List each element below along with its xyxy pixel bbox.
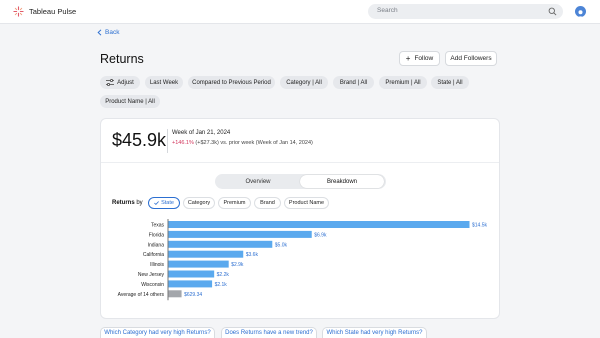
add-followers-label: Add Followers: [450, 55, 492, 62]
bar-value-label: $2.9k: [231, 262, 244, 268]
dimension-chip-premium[interactable]: Premium: [218, 197, 251, 209]
dimension-chip-state[interactable]: State: [148, 197, 180, 209]
bar-value-label: $6.9k: [314, 232, 327, 238]
metric-card: $45.9k Week of Jan 21, 2024 +146.1% (+$2…: [100, 118, 500, 319]
app-name: Tableau Pulse: [29, 7, 77, 16]
bar-value-label: $5.0k: [275, 242, 288, 248]
back-link[interactable]: Back: [97, 29, 119, 36]
bar-value-label: $3.6k: [246, 252, 259, 258]
adjust-label: Adjust: [117, 79, 134, 86]
bar-value-label: $629.34: [184, 292, 202, 298]
dimension-chip-product-name[interactable]: Product Name: [284, 197, 329, 209]
tableau-logo-icon: [13, 6, 24, 17]
bar[interactable]: [168, 290, 182, 298]
metric-value: $45.9k: [112, 130, 167, 150]
question-trend[interactable]: Does Returns have a new trend?: [221, 327, 317, 338]
search-input[interactable]: Search: [368, 4, 563, 19]
breakdown-by: by: [134, 200, 143, 206]
plus-icon: +: [405, 54, 411, 63]
change-detail: (+$27.3k) vs. prior week (Week of Jan 14…: [193, 140, 313, 146]
filter-chip-product-name[interactable]: Product Name | All: [100, 95, 160, 108]
question-state[interactable]: Which State had very high Returns?: [322, 327, 427, 338]
bar-value-label: $2.1k: [215, 282, 228, 288]
bar[interactable]: [168, 240, 273, 248]
bar[interactable]: [168, 260, 229, 268]
app-brand[interactable]: Tableau Pulse: [13, 6, 76, 17]
bar-category-label: Average of 14 others: [118, 292, 165, 298]
metric-period: Week of Jan 21, 2024: [172, 130, 231, 136]
breakdown-metric: Returns: [112, 200, 135, 206]
bar-category-label: Illinois: [150, 262, 164, 268]
follow-button[interactable]: + Follow: [399, 51, 440, 66]
bar[interactable]: [168, 280, 213, 288]
chevron-left-icon: [97, 29, 102, 36]
filter-chip-time[interactable]: Last Week: [145, 76, 183, 89]
dimension-chip-brand[interactable]: Brand: [254, 197, 281, 209]
page-title: Returns: [100, 52, 144, 66]
search-placeholder: Search: [377, 7, 398, 14]
dimension-chip-category[interactable]: Category: [183, 197, 215, 209]
filter-chip-category[interactable]: Category | All: [280, 76, 328, 89]
change-percent: +146.1%: [172, 140, 194, 146]
adjust-button[interactable]: Adjust: [100, 76, 140, 89]
bar-value-label: $2.2k: [217, 272, 230, 278]
bar-category-label: Texas: [151, 223, 165, 229]
bar-category-label: New Jersey: [138, 272, 165, 278]
sliders-icon: [106, 79, 115, 86]
view-toggle: Overview Breakdown: [215, 174, 386, 189]
filter-chip-state[interactable]: State | All: [431, 76, 469, 89]
breakdown-label: Returns by: [112, 200, 143, 206]
bar[interactable]: [168, 250, 244, 258]
metric-change: +146.1% (+$27.3k) vs. prior week (Week o…: [172, 140, 313, 146]
back-label: Back: [105, 29, 120, 36]
tab-overview[interactable]: Overview: [216, 175, 300, 188]
card-divider: [101, 162, 499, 163]
filter-chip-brand[interactable]: Brand | All: [333, 76, 374, 89]
follow-label: Follow: [414, 55, 434, 62]
dimension-label: State: [161, 200, 174, 206]
bar-category-label: Indiana: [148, 242, 165, 248]
bar-category-label: Florida: [149, 232, 165, 238]
filter-chip-premium[interactable]: Premium | All: [379, 76, 427, 89]
avatar[interactable]: [575, 6, 586, 17]
breakdown-bar-chart: Texas $14.5k Florida $6.9k Indiana $5.0k Calif…: [118, 219, 488, 301]
question-category[interactable]: Which Category had very high Returns?: [100, 327, 215, 338]
bar[interactable]: [168, 270, 215, 278]
search-icon[interactable]: [548, 7, 557, 16]
filter-chip-comparison[interactable]: Compared to Previous Period: [188, 76, 275, 89]
bar[interactable]: [168, 221, 470, 228]
add-followers-button[interactable]: Add Followers: [445, 51, 497, 66]
top-bar: Tableau Pulse Search: [0, 0, 600, 24]
check-icon: [154, 201, 159, 205]
bar-value-label: $14.5k: [472, 223, 488, 229]
bar-category-label: Wisconsin: [141, 282, 164, 288]
user-icon: [577, 10, 584, 17]
tab-breakdown[interactable]: Breakdown: [300, 175, 384, 188]
bar-category-label: California: [143, 252, 164, 258]
divider: [167, 129, 168, 153]
bar[interactable]: [168, 230, 312, 238]
